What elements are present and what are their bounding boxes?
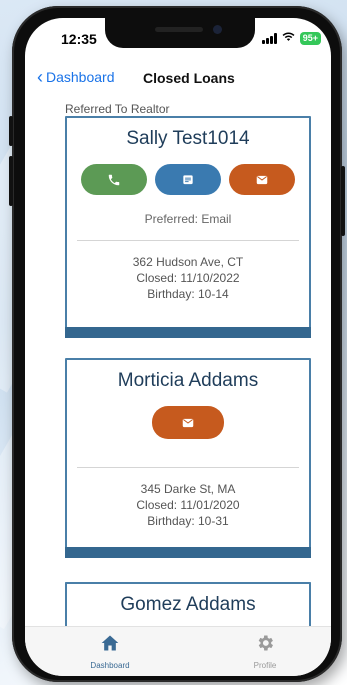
card-footer-bar (65, 547, 311, 558)
email-button[interactable] (229, 164, 295, 195)
card-footer-bar (65, 327, 311, 338)
power-button (341, 166, 345, 236)
wifi-icon (282, 31, 295, 45)
birthday-text: Birthday: 10-31 (147, 514, 229, 528)
contact-details: 362 Hudson Ave, CT Closed: 11/10/2022 Bi… (67, 254, 309, 302)
message-icon (183, 174, 193, 184)
contact-card: Gomez Addams (65, 582, 311, 626)
call-button[interactable] (81, 164, 147, 195)
status-time: 12:35 (61, 31, 97, 47)
section-label: Referred To Realtor (65, 102, 170, 116)
address-text: 362 Hudson Ave, CT (132, 255, 244, 269)
signal-icon (261, 32, 277, 44)
phone-icon (108, 174, 120, 185)
back-button[interactable]: ‹ Dashboard (37, 67, 115, 87)
preferred-contact: Preferred: Email (144, 212, 232, 226)
home-icon (101, 635, 119, 651)
volume-button (9, 156, 13, 206)
contact-card: Morticia Addams 345 Darke St, MA Closed:… (65, 358, 311, 558)
contact-name: Sally Test1014 (126, 128, 250, 149)
closed-date-text: Closed: 11/01/2020 (136, 498, 240, 512)
birthday-text: Birthday: 10-14 (147, 287, 229, 301)
tab-label: Dashboard (90, 661, 130, 670)
volume-button (9, 116, 13, 146)
navigation-bar: ‹ Dashboard Closed Loans (25, 58, 331, 98)
text-message-button[interactable] (155, 164, 221, 195)
address-text: 345 Darke St, MA (140, 482, 236, 496)
camera (213, 25, 222, 34)
envelope-icon (182, 418, 194, 427)
tab-bar: Dashboard Profile (25, 626, 331, 676)
contact-name: Morticia Addams (117, 370, 259, 391)
divider (77, 240, 299, 241)
divider (77, 467, 299, 468)
notch (105, 18, 255, 48)
speaker (155, 27, 203, 32)
contact-name: Gomez Addams (120, 594, 256, 615)
back-button-label: Dashboard (46, 69, 115, 85)
gear-icon (258, 635, 273, 651)
closed-date-text: Closed: 11/10/2022 (136, 271, 240, 285)
tab-label: Profile (253, 661, 277, 670)
email-button[interactable] (152, 406, 224, 439)
contact-details: 345 Darke St, MA Closed: 11/01/2020 Birt… (67, 481, 309, 529)
contact-actions (67, 406, 309, 439)
tab-profile[interactable]: Profile (225, 633, 305, 670)
contact-actions (67, 164, 309, 195)
battery-indicator: 95+ (299, 31, 321, 45)
envelope-icon (256, 175, 268, 184)
status-icons: 95+ (261, 31, 321, 45)
loan-list[interactable]: Referred To Realtor Sally Test1014 Prefe… (25, 98, 331, 626)
phone-frame: 12:35 95+ ‹ Dashboard Closed Loans Refer… (9, 6, 345, 682)
chevron-left-icon: ‹ (37, 67, 43, 87)
contact-card: Sally Test1014 Preferred: Email 362 Huds… (65, 116, 311, 338)
page-title: Closed Loans (143, 70, 235, 86)
phone-screen: 12:35 95+ ‹ Dashboard Closed Loans Refer… (25, 18, 331, 676)
tab-dashboard[interactable]: Dashboard (70, 633, 150, 670)
